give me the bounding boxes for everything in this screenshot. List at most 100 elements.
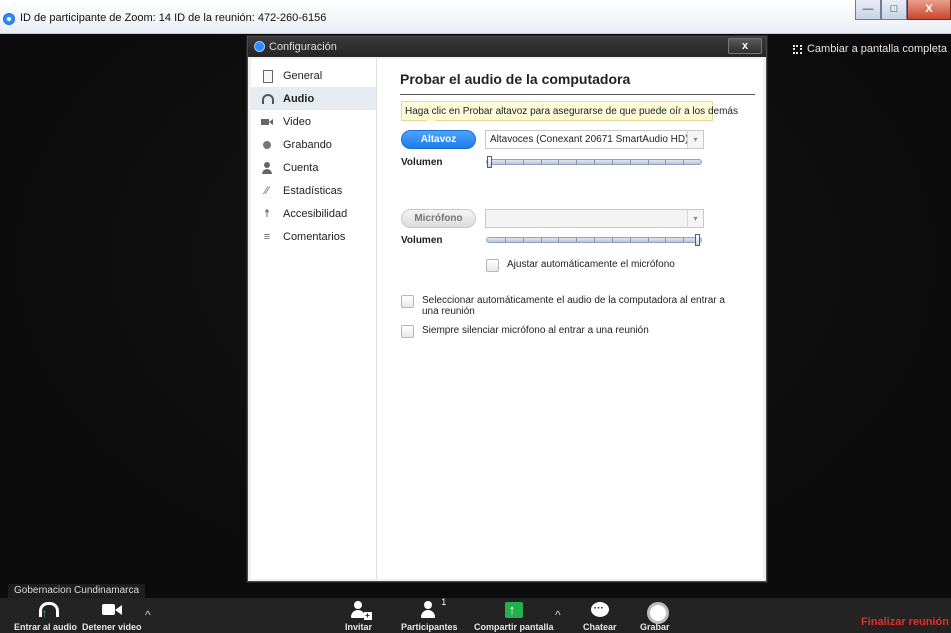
close-button[interactable]: X xyxy=(907,0,951,20)
maximize-button[interactable]: □ xyxy=(881,0,907,20)
chat-button[interactable]: Chatear xyxy=(583,600,617,632)
share-screen-button[interactable]: Compartir pantalla xyxy=(474,600,554,632)
slider-tick xyxy=(505,160,506,164)
sidebar-item-label: Audio xyxy=(283,92,315,105)
slider-tick xyxy=(594,160,595,164)
share-screen-icon xyxy=(503,600,525,620)
slider-tick xyxy=(648,238,649,242)
participants-count: 1 xyxy=(441,597,447,607)
headphone-icon xyxy=(35,600,59,620)
chevron-down-icon: ▾ xyxy=(687,131,703,148)
video-options-caret[interactable]: ^ xyxy=(145,608,151,622)
dialog-title: Configuración xyxy=(269,41,337,53)
sidebar-item-recording[interactable]: Grabando xyxy=(251,133,376,156)
chat-label: Chatear xyxy=(583,622,617,632)
microphone-select[interactable]: ▾ xyxy=(485,209,704,228)
document-icon xyxy=(261,69,273,83)
test-speaker-button[interactable]: Altavoz xyxy=(401,130,476,149)
invite-label: Invitar xyxy=(345,622,373,632)
slider-thumb[interactable] xyxy=(487,156,492,168)
auto-adjust-mic-option[interactable]: Ajustar automáticamente el micrófono xyxy=(486,259,675,272)
stop-video-button[interactable]: Detener video xyxy=(82,600,142,632)
sidebar-item-general[interactable]: General xyxy=(251,64,376,87)
sidebar-item-label: Cuenta xyxy=(283,161,319,174)
zoom-logo-icon xyxy=(254,41,265,52)
chat-icon xyxy=(589,600,611,620)
headphones-icon xyxy=(261,93,274,105)
minimize-button[interactable]: — xyxy=(855,0,881,20)
slider-tick xyxy=(558,238,559,242)
slider-tick xyxy=(576,160,577,164)
invite-button[interactable]: + Invitar xyxy=(345,600,372,632)
plus-icon: + xyxy=(363,611,372,620)
join-audio-button[interactable]: Entrar al audio xyxy=(14,600,77,632)
sidebar-item-label: Estadísticas xyxy=(283,184,343,197)
video-icon xyxy=(261,116,273,128)
participants-label: Participantes xyxy=(401,622,458,632)
join-audio-label: Entrar al audio xyxy=(14,622,78,632)
settings-sidebar: General Audio Video Grabando Cuenta ⁄⁄ E… xyxy=(251,59,377,579)
mic-volume-slider[interactable] xyxy=(486,234,702,246)
sidebar-item-label: General xyxy=(283,69,323,82)
auto-adjust-mic-label: Ajustar automáticamente el micrófono xyxy=(507,259,675,270)
speaker-volume-slider[interactable] xyxy=(486,156,702,168)
fullscreen-label: Cambiar a pantalla completa xyxy=(806,43,947,55)
window-titlebar: ID de participante de Zoom: 14 ID de la … xyxy=(0,0,951,34)
dialog-close-button[interactable]: x xyxy=(728,38,762,54)
audio-settings-panel: Probar el audio de la computadora Haga c… xyxy=(378,59,763,579)
person-icon xyxy=(261,161,273,174)
mic-volume-label: Volumen xyxy=(401,235,443,246)
mute-on-join-option[interactable]: Siempre silenciar micrófono al entrar a … xyxy=(401,325,649,338)
sidebar-item-label: Video xyxy=(283,115,311,128)
auto-join-audio-checkbox[interactable] xyxy=(401,295,414,308)
speaker-select[interactable]: Altavoces (Conexant 20671 SmartAudio HD)… xyxy=(485,130,704,149)
sidebar-item-accessibility[interactable]: ☨ Accesibilidad xyxy=(251,202,376,225)
stop-video-label: Detener video xyxy=(82,622,142,632)
speaker-selected-value: Altavoces (Conexant 20671 SmartAudio HD) xyxy=(490,134,689,145)
slider-tick xyxy=(541,238,542,242)
participant-name-label: Gobernacion Cundinamarca xyxy=(8,584,146,599)
sidebar-item-video[interactable]: Video xyxy=(251,110,376,133)
share-options-caret[interactable]: ^ xyxy=(555,608,561,622)
window-controls: — □ X xyxy=(855,0,951,22)
fullscreen-button[interactable]: Cambiar a pantalla completa xyxy=(792,43,947,55)
meeting-toolbar: Entrar al audio Detener video ^ + Invita… xyxy=(0,597,951,633)
settings-dialog: Configuración x General Audio Video Grab… xyxy=(247,36,767,582)
slider-tick xyxy=(541,160,542,164)
stats-icon: ⁄⁄ xyxy=(265,184,269,197)
slider-tick xyxy=(523,160,524,164)
accessibility-icon: ☨ xyxy=(264,207,270,220)
slider-tick xyxy=(558,160,559,164)
auto-join-audio-option[interactable]: Seleccionar automáticamente el audio de … xyxy=(401,295,731,317)
participants-button[interactable]: 1 Participantes xyxy=(401,597,458,632)
slider-thumb[interactable] xyxy=(695,234,700,246)
sidebar-item-label: Grabando xyxy=(283,138,332,151)
chevron-down-icon: ▾ xyxy=(687,210,703,227)
sidebar-item-label: Accesibilidad xyxy=(283,207,348,220)
sidebar-item-statistics[interactable]: ⁄⁄ Estadísticas xyxy=(251,179,376,202)
mute-on-join-checkbox[interactable] xyxy=(401,325,414,338)
record-button[interactable]: Grabar xyxy=(640,600,670,632)
sidebar-item-account[interactable]: Cuenta xyxy=(251,156,376,179)
page-title: Probar el audio de la computadora xyxy=(400,71,631,87)
slider-tick xyxy=(505,238,506,242)
record-icon xyxy=(261,139,273,151)
slider-tick xyxy=(523,238,524,242)
invite-user-icon: + xyxy=(348,600,372,620)
sidebar-item-feedback[interactable]: ≡ Comentarios xyxy=(251,225,376,248)
slider-tick xyxy=(630,238,631,242)
record-icon xyxy=(644,600,669,624)
dialog-titlebar: Configuración x xyxy=(248,37,766,57)
test-mic-button[interactable]: Micrófono xyxy=(401,209,476,228)
slider-tick xyxy=(665,238,666,242)
video-camera-icon xyxy=(101,600,123,620)
auto-join-audio-label: Seleccionar automáticamente el audio de … xyxy=(422,295,725,317)
participants-icon: 1 xyxy=(418,597,446,620)
auto-adjust-mic-checkbox[interactable] xyxy=(486,259,499,272)
mute-on-join-label: Siempre silenciar micrófono al entrar a … xyxy=(422,325,649,336)
slider-tick xyxy=(683,160,684,164)
zoom-logo-icon xyxy=(3,13,15,25)
sidebar-item-audio[interactable]: Audio xyxy=(251,87,376,110)
end-meeting-button[interactable]: Finalizar reunión xyxy=(861,616,949,628)
speaker-test-tooltip: Haga clic en Probar altavoz para asegura… xyxy=(401,101,738,126)
